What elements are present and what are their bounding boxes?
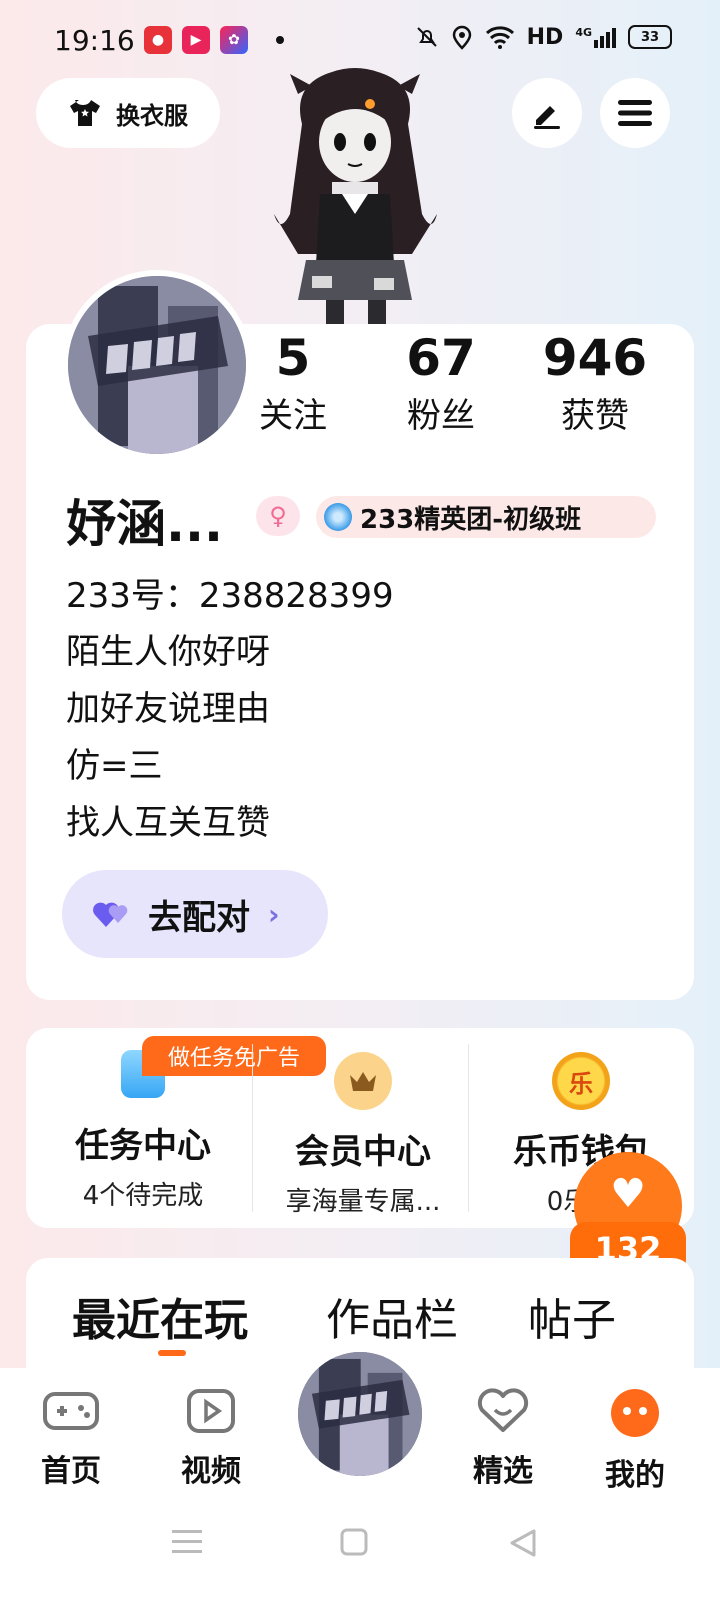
signal-icon: 4G (575, 26, 616, 48)
nav-video[interactable]: 视频 (156, 1388, 266, 1490)
match-button[interactable]: 去配对 › (62, 870, 328, 958)
nav-mine-label: 我的 (605, 1458, 665, 1493)
following-label: 关注 (259, 396, 327, 436)
more-dot-icon (276, 36, 284, 44)
chevron-right-icon: › (268, 897, 280, 931)
stat-likes[interactable]: 946 获赞 (520, 328, 670, 438)
back-triangle-icon (510, 1529, 536, 1557)
shirt-icon (70, 100, 100, 126)
coin-icon-text: 乐 (569, 1069, 593, 1098)
status-time: 19:16 (54, 24, 135, 57)
tab-indicator (158, 1350, 186, 1356)
system-back-button[interactable] (508, 1528, 538, 1562)
likes-count: 946 (542, 329, 648, 387)
nav-center-avatar[interactable] (298, 1352, 422, 1476)
location-icon (452, 25, 471, 50)
nav-featured-label: 精选 (473, 1454, 533, 1489)
vip-center-title: 会员中心 (295, 1132, 431, 1172)
stat-following[interactable]: 5 关注 (218, 328, 368, 438)
nav-video-label: 视频 (181, 1454, 241, 1489)
status-right: HD 4G 33 (415, 24, 672, 50)
network-type: HD (526, 24, 564, 50)
crown-icon (334, 1052, 392, 1110)
system-home-button[interactable] (340, 1528, 368, 1560)
bell-off-icon (416, 27, 437, 47)
heart-icon: ♥ (610, 1171, 646, 1217)
diamond-rank-icon (324, 503, 352, 531)
video-app-icon: ▶ (182, 26, 210, 54)
face-icon (611, 1389, 659, 1437)
nav-featured[interactable]: 精选 (448, 1388, 558, 1490)
bio-line: 找人互关互赞 (66, 803, 270, 843)
menu-button[interactable] (600, 78, 670, 148)
square-icon (340, 1528, 368, 1556)
tab-recently-played[interactable]: 最近在玩 (72, 1284, 248, 1348)
task-center-subtitle: 4个待完成 (82, 1181, 204, 1211)
vip-center-subtitle: 享海量专属... (285, 1187, 441, 1217)
hearts-icon (93, 902, 128, 927)
female-icon: ♀ (256, 496, 300, 536)
edit-button[interactable] (512, 78, 582, 148)
rank-label: 233精英团-初级班 (360, 504, 582, 535)
signal-label: 4G (575, 26, 592, 39)
menu-icon (618, 100, 652, 126)
heart-chat-icon (477, 1388, 529, 1432)
bio: 陌生人你好呀 加好友说理由 仿=三 找人互关互赞 (66, 624, 270, 852)
vip-center[interactable]: 会员中心 享海量专属... (252, 1028, 474, 1228)
coin-icon: 乐 (552, 1052, 610, 1110)
divider (468, 1044, 469, 1212)
task-center-title: 任务中心 (75, 1126, 211, 1166)
menu-lines-icon (172, 1530, 202, 1553)
nav-mine[interactable]: 我的 (580, 1388, 690, 1494)
tab-posts[interactable]: 帖子 (528, 1284, 616, 1348)
gamepad-icon (43, 1392, 99, 1430)
fans-count: 67 (406, 329, 476, 387)
app-icon-colorful: ✿ (220, 26, 248, 54)
outfit-label: 换衣服 (116, 101, 188, 130)
bio-line: 仿=三 (66, 746, 163, 786)
bio-line: 加好友说理由 (66, 689, 270, 729)
nav-home[interactable]: 首页 (16, 1388, 126, 1490)
bio-line: 陌生人你好呀 (66, 632, 270, 672)
battery-icon: 33 (628, 25, 672, 49)
fans-label: 粉丝 (407, 396, 475, 436)
notification-icons: ● ▶ ✿ (144, 26, 284, 54)
username: 妤涵... (66, 495, 223, 553)
system-menu-button[interactable] (172, 1528, 202, 1560)
battery-level: 33 (640, 29, 660, 45)
app-icon-red: ● (144, 26, 172, 54)
following-count: 5 (275, 329, 311, 387)
edit-icon (534, 106, 560, 129)
stat-fans[interactable]: 67 粉丝 (366, 328, 516, 438)
play-icon (187, 1389, 235, 1433)
character-avatar[interactable] (262, 64, 448, 330)
user-id: 233号：238828399 (66, 576, 394, 616)
nav-home-label: 首页 (41, 1454, 101, 1489)
match-label: 去配对 (148, 897, 250, 938)
rank-badge[interactable]: 233精英团-初级班 (316, 496, 656, 538)
wifi-icon (485, 26, 514, 49)
likes-label: 获赞 (561, 396, 629, 436)
outfit-button[interactable]: 换衣服 (36, 78, 220, 148)
avatar-image (298, 1352, 422, 1476)
